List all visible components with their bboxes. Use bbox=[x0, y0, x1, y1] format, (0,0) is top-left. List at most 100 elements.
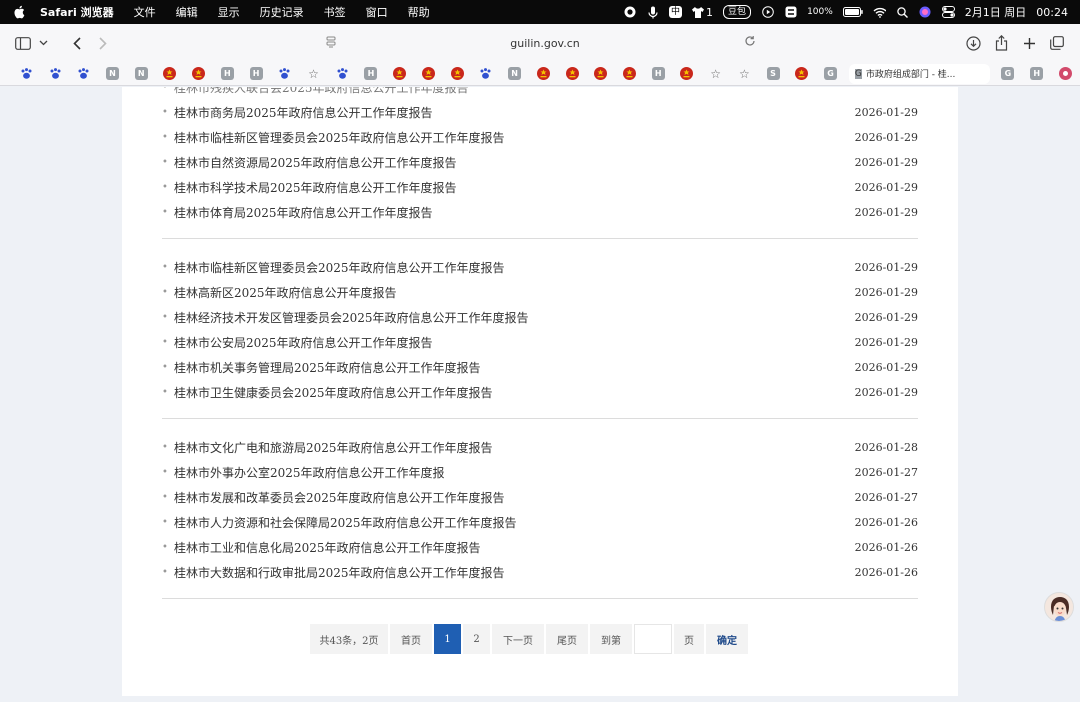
bookmark-item[interactable] bbox=[270, 64, 299, 84]
report-title-link[interactable]: 桂林市人力资源和社会保障局2025年政府信息公开工作年度报告 bbox=[174, 514, 838, 531]
url-text[interactable]: guilin.gov.cn bbox=[510, 37, 579, 50]
siri-icon[interactable] bbox=[919, 6, 932, 19]
bookmark-item[interactable] bbox=[41, 64, 70, 84]
assistant-avatar[interactable] bbox=[1044, 592, 1074, 622]
report-title-link[interactable]: 桂林市公安局2025年政府信息公开工作年度报告 bbox=[174, 334, 838, 351]
new-tab-icon[interactable] bbox=[1016, 30, 1042, 56]
list-item[interactable]: • 桂林市发展和改革委员会2025年度政府信息公开工作年度报告 2026-01-27 bbox=[162, 485, 918, 510]
share-icon[interactable] bbox=[988, 30, 1014, 56]
next-page-button[interactable]: 下一页 bbox=[492, 624, 544, 654]
page-settings-icon[interactable] bbox=[326, 36, 336, 51]
bookmark-item[interactable] bbox=[787, 64, 816, 84]
bookmark-item[interactable] bbox=[673, 64, 702, 84]
report-title-link[interactable]: 桂林市外事办公室2025年政府信息公开工作年度报 bbox=[174, 464, 838, 481]
list-item[interactable]: • 桂林市公安局2025年政府信息公开工作年度报告 2026-01-29 bbox=[162, 330, 918, 355]
report-title-link[interactable]: 桂林市临桂新区管理委员会2025年政府信息公开工作年度报告 bbox=[174, 129, 838, 146]
control-center-icon[interactable] bbox=[941, 6, 955, 19]
bookmark-item[interactable] bbox=[156, 64, 185, 84]
page-1-button[interactable]: 1 bbox=[434, 624, 461, 654]
bookmark-item[interactable]: ☆ bbox=[299, 64, 328, 84]
last-page-button[interactable]: 尾页 bbox=[546, 624, 588, 654]
bookmark-item[interactable]: ☆ bbox=[701, 64, 730, 84]
bookmark-item[interactable] bbox=[1051, 64, 1080, 84]
doubao-badge[interactable]: 豆包 bbox=[723, 5, 752, 19]
bookmark-item[interactable] bbox=[184, 64, 213, 84]
menu-edit[interactable]: 编辑 bbox=[166, 4, 208, 20]
bookmark-item[interactable] bbox=[385, 64, 414, 84]
spotlight-search-icon[interactable] bbox=[896, 6, 909, 19]
page-number-input[interactable] bbox=[635, 625, 671, 653]
list-item[interactable]: • 桂林市临桂新区管理委员会2025年政府信息公开工作年度报告 2026-01-29 bbox=[162, 125, 918, 150]
bookmark-item[interactable]: N bbox=[98, 64, 127, 84]
menubar-time[interactable]: 00:24 bbox=[1036, 6, 1068, 19]
list-item[interactable]: • 桂林市体育局2025年政府信息公开工作年度报告 2026-01-29 bbox=[162, 200, 918, 225]
list-item[interactable]: • 桂林市卫生健康委员会2025年度政府信息公开工作年度报告 2026-01-29 bbox=[162, 380, 918, 405]
bookmark-item[interactable] bbox=[12, 64, 41, 84]
bookmark-item[interactable]: S bbox=[759, 64, 788, 84]
bookmark-item[interactable]: G bbox=[816, 64, 845, 84]
bookmark-item[interactable] bbox=[328, 64, 357, 84]
bookmark-item[interactable] bbox=[443, 64, 472, 84]
menu-window[interactable]: 窗口 bbox=[356, 4, 398, 20]
record-icon[interactable] bbox=[623, 6, 636, 19]
report-title-link[interactable]: 桂林市卫生健康委员会2025年度政府信息公开工作年度报告 bbox=[174, 384, 838, 401]
tab-group-chevron-icon[interactable] bbox=[36, 30, 50, 56]
list-item[interactable]: • 桂林高新区2025年政府信息公开年度报告 2026-01-29 bbox=[162, 280, 918, 305]
menu-history[interactable]: 历史记录 bbox=[250, 4, 314, 20]
bookmark-item[interactable]: H bbox=[1022, 64, 1051, 84]
bookmark-item[interactable]: N bbox=[500, 64, 529, 84]
list-item[interactable]: • 桂林经济技术开发区管理委员会2025年政府信息公开工作年度报告 2026-01-… bbox=[162, 305, 918, 330]
list-item-clipped[interactable]: • 桂林市残疾人联合会2025年政府信息公开工作年度报告 bbox=[162, 87, 918, 100]
bookmark-item[interactable]: G bbox=[994, 64, 1023, 84]
list-item[interactable]: • 桂林市商务局2025年政府信息公开工作年度报告 2026-01-29 bbox=[162, 100, 918, 125]
bookmark-item[interactable]: ☆ bbox=[730, 64, 759, 84]
tab-overview-icon[interactable] bbox=[1044, 30, 1070, 56]
menu-bookmarks[interactable]: 书签 bbox=[314, 4, 356, 20]
page-2-button[interactable]: 2 bbox=[463, 624, 490, 654]
bookmark-item[interactable]: H bbox=[213, 64, 242, 84]
menu-help[interactable]: 帮助 bbox=[398, 4, 440, 20]
back-icon[interactable] bbox=[64, 30, 90, 56]
microphone-icon[interactable] bbox=[646, 6, 659, 19]
report-title-link[interactable]: 桂林市体育局2025年政府信息公开工作年度报告 bbox=[174, 204, 838, 221]
address-bar[interactable]: guilin.gov.cn bbox=[320, 29, 770, 57]
forward-icon[interactable] bbox=[90, 30, 116, 56]
report-title-link[interactable]: 桂林市工业和信息化局2025年政府信息公开工作年度报告 bbox=[174, 539, 838, 556]
play-circle-icon[interactable] bbox=[761, 6, 774, 19]
menubar-date[interactable]: 2月1日 周日 bbox=[965, 4, 1027, 20]
list-item[interactable]: • 桂林市科学技术局2025年政府信息公开工作年度报告 2026-01-29 bbox=[162, 175, 918, 200]
report-title-link[interactable]: 桂林经济技术开发区管理委员会2025年政府信息公开工作年度报告 bbox=[174, 309, 838, 326]
first-page-button[interactable]: 首页 bbox=[390, 624, 432, 654]
screen-share-icon[interactable] bbox=[784, 6, 797, 19]
bookmark-item[interactable]: H bbox=[242, 64, 271, 84]
list-item[interactable]: • 桂林市工业和信息化局2025年政府信息公开工作年度报告 2026-01-26 bbox=[162, 535, 918, 560]
list-item[interactable]: • 桂林市文化广电和旅游局2025年政府信息公开工作年度报告 2026-01-28 bbox=[162, 435, 918, 460]
battery-icon[interactable] bbox=[842, 6, 863, 19]
report-title-link[interactable]: 桂林市大数据和行政审批局2025年政府信息公开工作年度报告 bbox=[174, 564, 838, 581]
list-item[interactable]: • 桂林市自然资源局2025年政府信息公开工作年度报告 2026-01-29 bbox=[162, 150, 918, 175]
list-item[interactable]: • 桂林市外事办公室2025年政府信息公开工作年度报 2026-01-27 bbox=[162, 460, 918, 485]
menu-view[interactable]: 显示 bbox=[208, 4, 250, 20]
list-item-title-clipped[interactable]: 桂林市残疾人联合会2025年政府信息公开工作年度报告 bbox=[174, 87, 918, 96]
confirm-button[interactable]: 确定 bbox=[706, 624, 748, 654]
report-title-link[interactable]: 桂林市科学技术局2025年政府信息公开工作年度报告 bbox=[174, 179, 838, 196]
menu-file[interactable]: 文件 bbox=[124, 4, 166, 20]
bookmark-item[interactable]: N bbox=[127, 64, 156, 84]
input-method-icon[interactable]: 中 bbox=[669, 6, 683, 18]
list-item[interactable]: • 桂林市大数据和行政审批局2025年政府信息公开工作年度报告 2026-01-26 bbox=[162, 560, 918, 585]
wifi-icon[interactable] bbox=[873, 6, 886, 19]
downloads-icon[interactable] bbox=[960, 30, 986, 56]
list-item[interactable]: • 桂林市机关事务管理局2025年政府信息公开工作年度报告 2026-01-29 bbox=[162, 355, 918, 380]
bookmark-item[interactable]: H bbox=[644, 64, 673, 84]
list-item[interactable]: • 桂林市人力资源和社会保障局2025年政府信息公开工作年度报告 2026-01-2… bbox=[162, 510, 918, 535]
bookmark-tab-active[interactable]: G 市政府组成部门 - 桂... bbox=[848, 63, 990, 84]
report-title-link[interactable]: 桂林市文化广电和旅游局2025年政府信息公开工作年度报告 bbox=[174, 439, 838, 456]
bookmark-item[interactable]: H bbox=[357, 64, 386, 84]
list-item[interactable]: • 桂林市临桂新区管理委员会2025年政府信息公开工作年度报告 2026-01-29 bbox=[162, 255, 918, 280]
bookmark-item[interactable] bbox=[414, 64, 443, 84]
bookmark-item[interactable] bbox=[615, 64, 644, 84]
report-title-link[interactable]: 桂林市商务局2025年政府信息公开工作年度报告 bbox=[174, 104, 838, 121]
apple-logo-icon[interactable] bbox=[12, 5, 26, 19]
bookmark-item[interactable] bbox=[529, 64, 558, 84]
sidebar-toggle-icon[interactable] bbox=[10, 30, 36, 56]
